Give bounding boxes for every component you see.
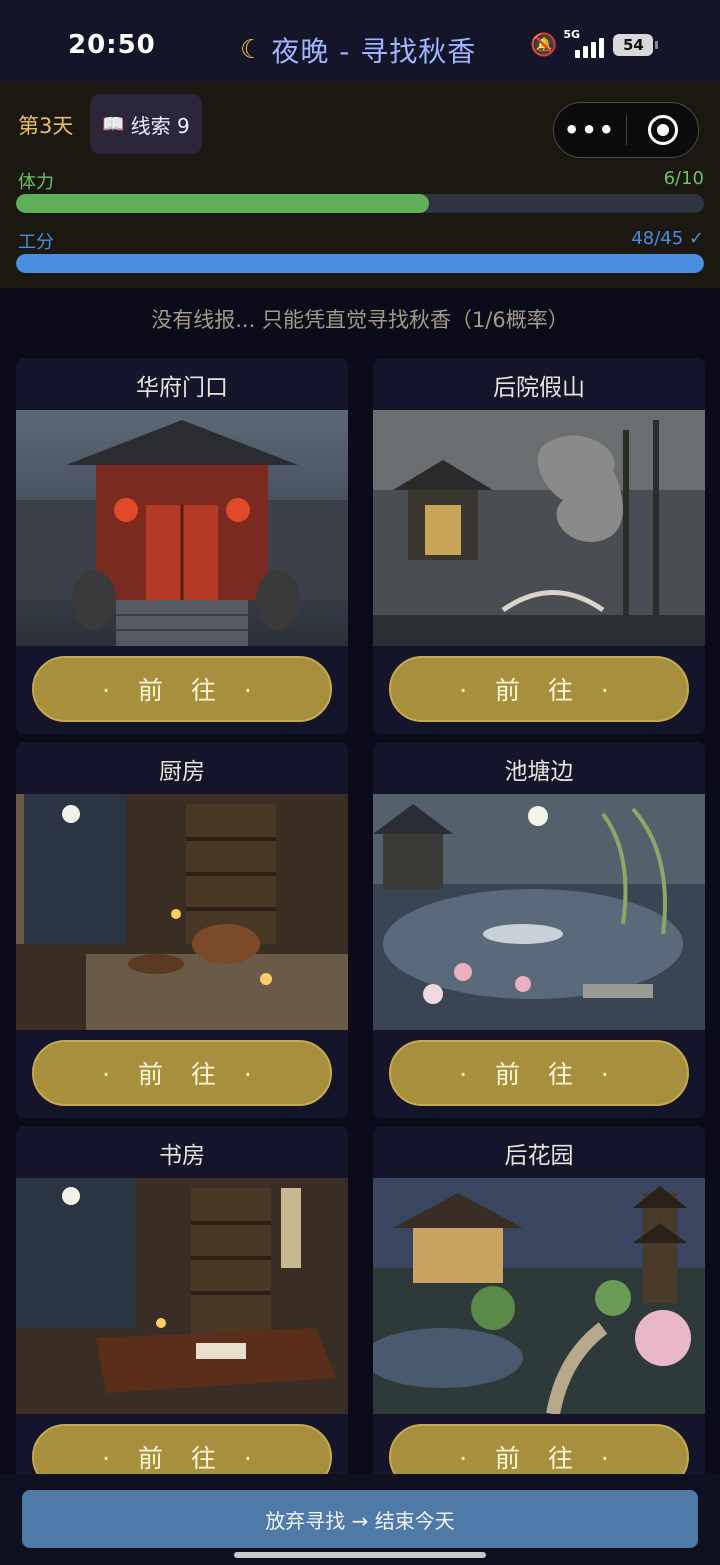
work-points-label: 工分 — [18, 232, 54, 253]
work-points-value: 48/45 ✓ — [631, 228, 704, 249]
stats-panel: 第3天 📖 线索 9 ••• 体力 6/10 工分 48/45 ✓ — [0, 82, 720, 288]
location-card: 池塘边 · 前 往 · — [373, 742, 705, 1118]
stamina-value: 6/10 — [663, 168, 704, 189]
day-indicator: 第3天 — [18, 114, 74, 138]
work-points-bar-fill — [16, 254, 704, 273]
mute-icon: 🔕 — [530, 32, 558, 58]
location-title: 后院假山 — [493, 375, 585, 401]
go-button[interactable]: · 前 往 · — [32, 1040, 332, 1106]
work-points-bar — [16, 254, 704, 273]
location-title: 书房 — [159, 1143, 205, 1169]
go-button[interactable]: · 前 往 · — [32, 656, 332, 722]
close-miniprogram-icon[interactable] — [627, 115, 698, 145]
more-icon[interactable]: ••• — [554, 116, 626, 144]
garden-illustration — [373, 1178, 705, 1414]
page-title: 夜晚 - 寻找秋香 — [271, 35, 477, 68]
abandon-search-button[interactable]: 放弃寻找 → 结束今天 — [22, 1490, 698, 1548]
study-illustration — [16, 1178, 348, 1414]
kitchen-illustration — [16, 794, 348, 1030]
stamina-bar — [16, 194, 704, 213]
home-indicator[interactable] — [234, 1552, 486, 1558]
go-button[interactable]: · 前 往 · — [389, 656, 689, 722]
pond-illustration — [373, 794, 705, 1030]
go-button[interactable]: · 前 往 · — [389, 1040, 689, 1106]
clues-label: 线索 9 — [130, 113, 190, 138]
location-card: 华府门口 · 前 往 · — [16, 358, 348, 734]
gate-illustration — [16, 410, 348, 646]
stamina-label: 体力 — [18, 172, 54, 193]
location-title: 厨房 — [159, 759, 205, 785]
location-title: 池塘边 — [504, 759, 574, 785]
moon-icon: ☾ — [240, 35, 264, 65]
location-card: 厨房 · 前 往 · — [16, 742, 348, 1118]
battery-icon: 54 — [613, 34, 659, 56]
location-title: 华府门口 — [136, 375, 228, 401]
miniprogram-capsule: ••• — [553, 102, 699, 158]
location-card: 后花园 · 前 往 · — [373, 1126, 705, 1502]
book-icon: 📖 — [102, 113, 125, 135]
stamina-bar-fill — [16, 194, 429, 213]
clues-badge[interactable]: 📖 线索 9 — [90, 94, 202, 154]
location-card: 后院假山 · 前 往 · — [373, 358, 705, 734]
location-card: 书房 · 前 往 · — [16, 1126, 348, 1502]
rockery-illustration — [373, 410, 705, 646]
clock: 20:50 — [68, 30, 156, 60]
battery-level: 54 — [622, 36, 644, 54]
system-icons: 🔕 5G 54 — [530, 28, 659, 58]
location-title: 后花园 — [504, 1143, 574, 1169]
hint-text: 没有线报... 只能凭直觉寻找秋香（1/6概率） — [151, 308, 569, 332]
status-bar: 20:50 ☾ 夜晚 - 寻找秋香 🔕 5G 54 — [0, 0, 720, 82]
title-group: ☾ 夜晚 - 寻找秋香 — [240, 30, 476, 70]
signal-icon: 5G — [563, 28, 607, 58]
